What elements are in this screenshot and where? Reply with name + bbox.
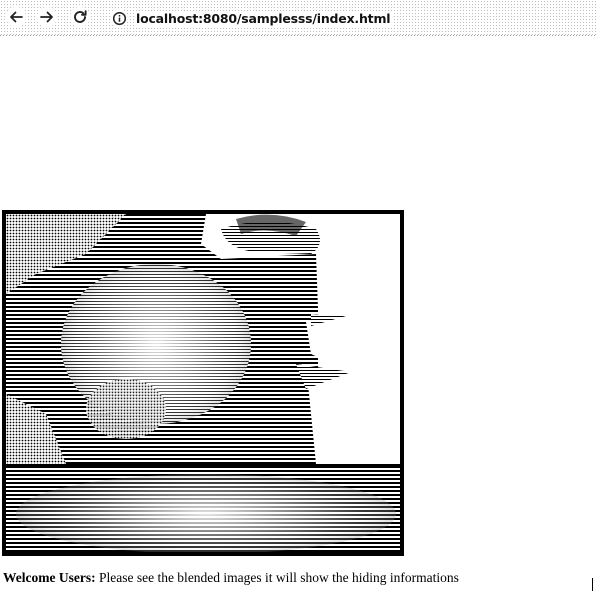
forward-button[interactable] [37, 7, 57, 27]
reload-icon [74, 10, 87, 23]
welcome-caption: Welcome Users: Please see the blended im… [3, 570, 459, 586]
blended-image [2, 210, 404, 556]
reload-button[interactable] [70, 7, 90, 27]
arrow-right-icon [40, 11, 53, 23]
url-text: localhost:8080/samplesss/index.html [134, 10, 393, 26]
back-button[interactable] [6, 7, 26, 27]
text-cursor [592, 578, 593, 591]
site-info-button[interactable] [110, 9, 128, 27]
toolbar-divider [0, 35, 597, 36]
info-icon [112, 11, 126, 25]
caption-label: Welcome Users: [3, 570, 96, 585]
address-bar[interactable]: localhost:8080/samplesss/index.html [104, 6, 592, 30]
blended-image-graphic [6, 214, 400, 552]
caption-text: Please see the blended images it will sh… [95, 570, 459, 585]
browser-toolbar: localhost:8080/samplesss/index.html [0, 0, 597, 36]
arrow-left-icon [10, 11, 23, 23]
